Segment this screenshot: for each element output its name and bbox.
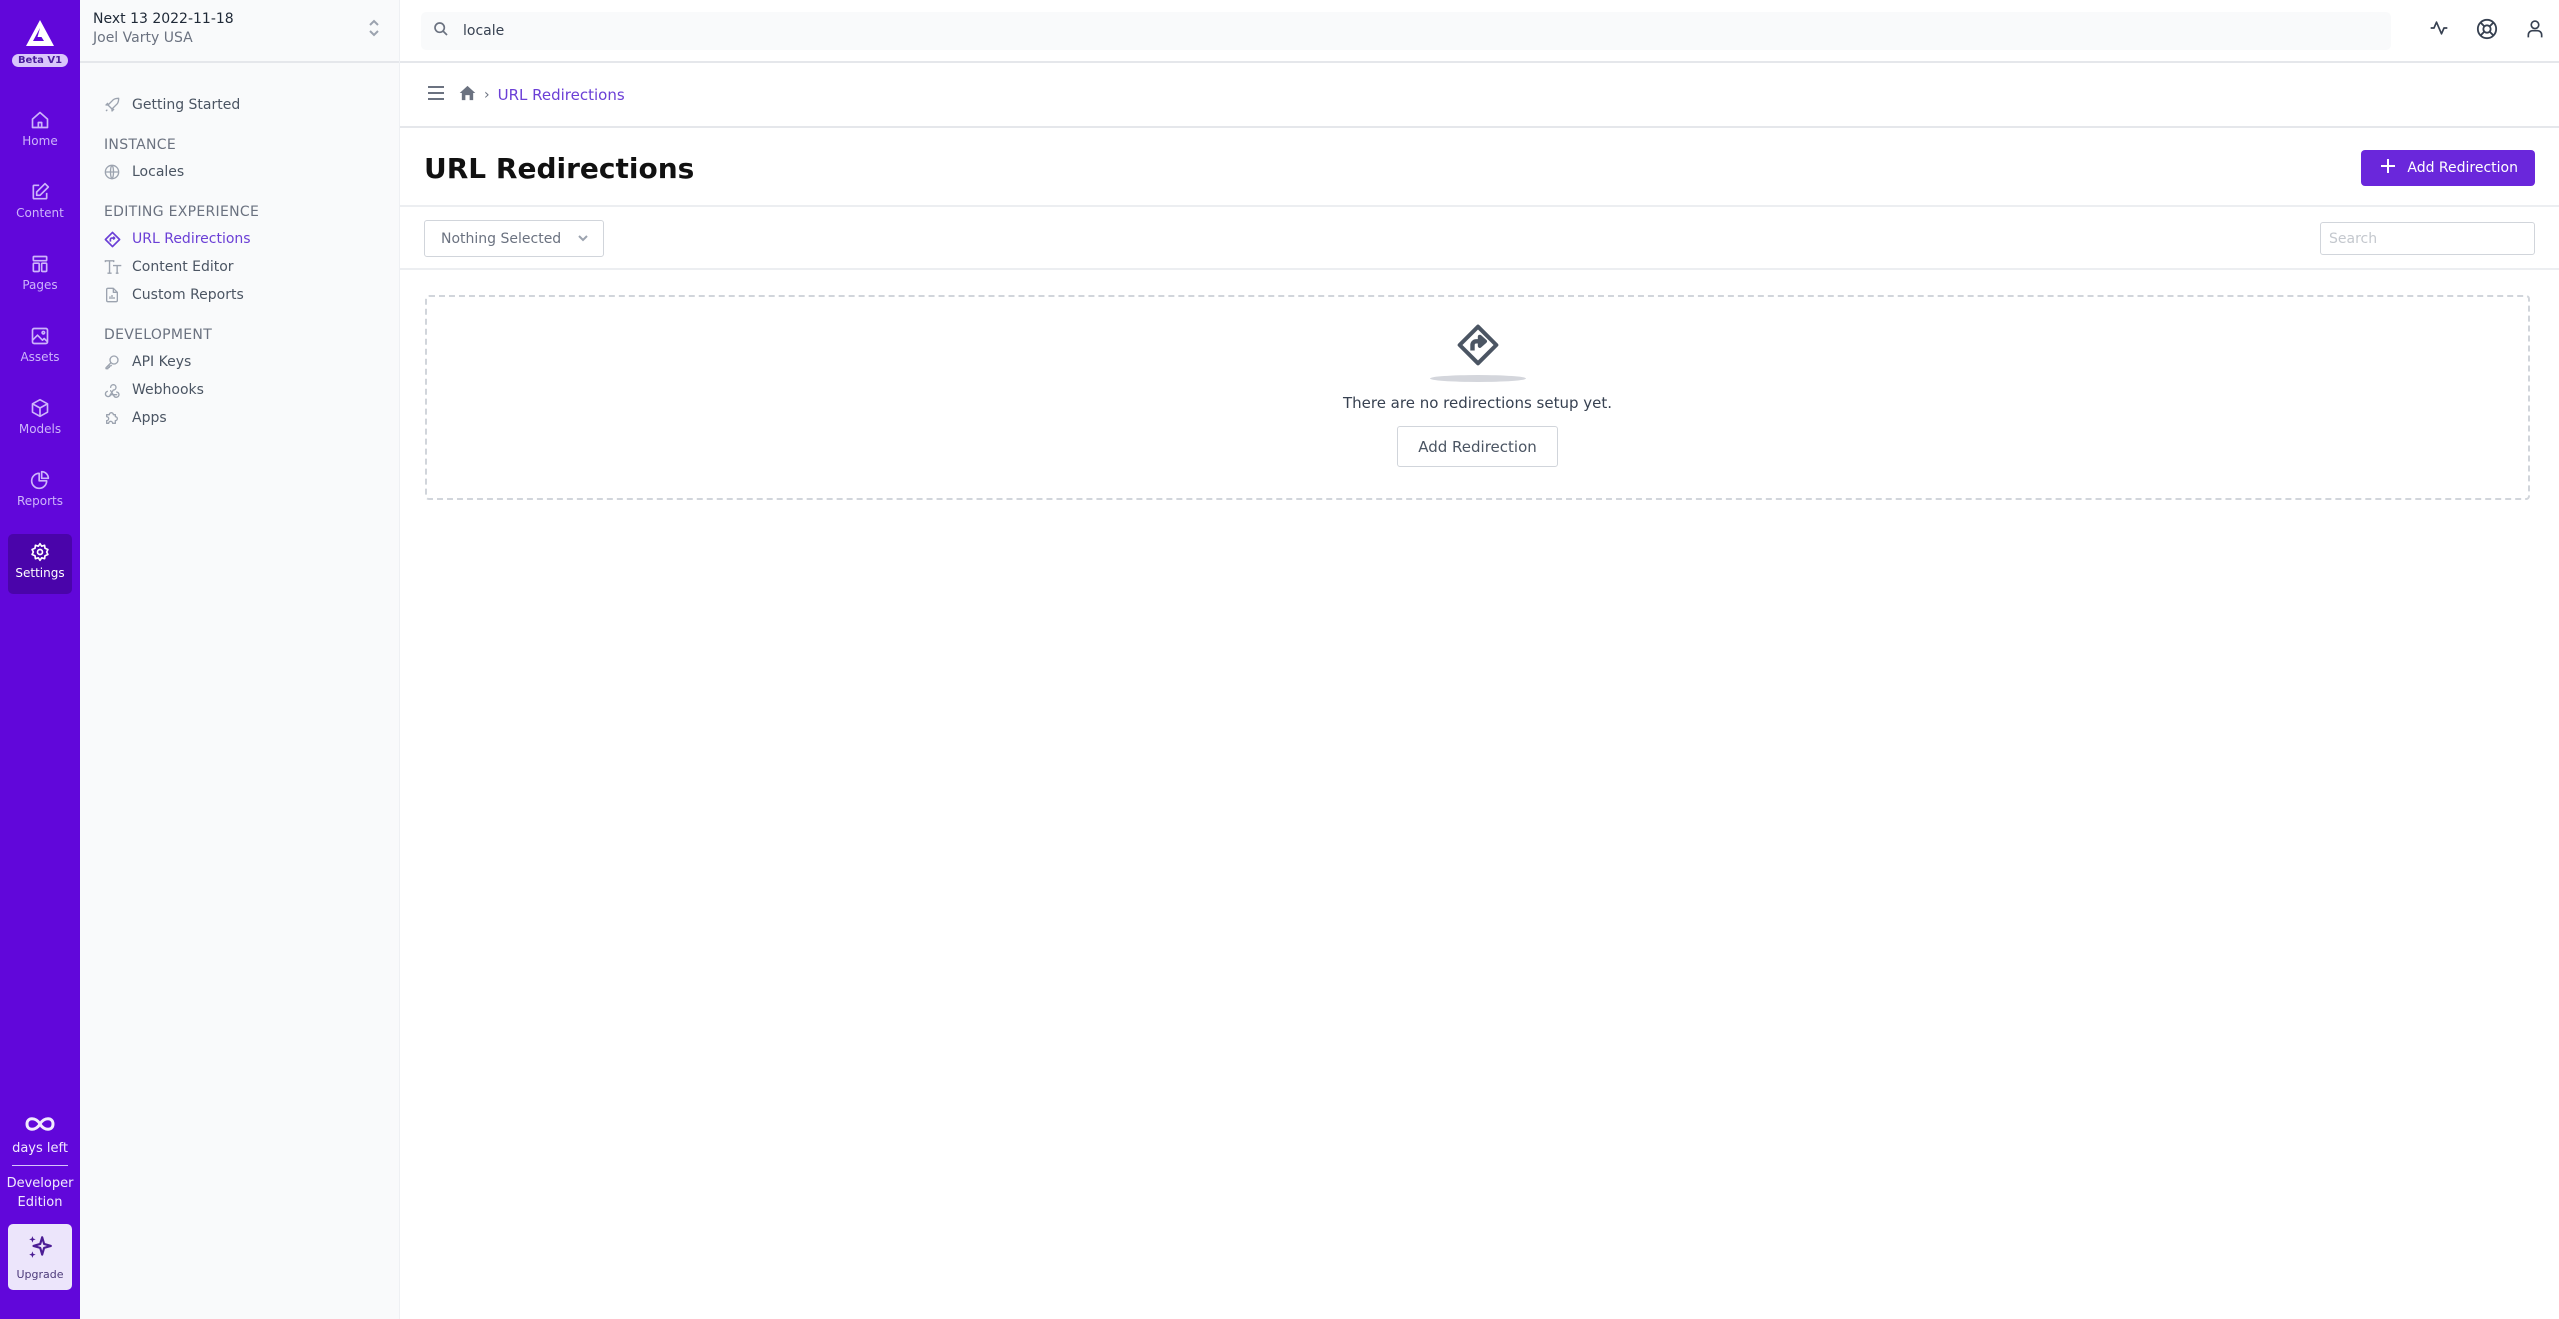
home-breadcrumb-icon[interactable] [459,85,476,105]
sidebar-label-getting-started: Getting Started [132,97,241,113]
breadcrumb-current[interactable]: URL Redirections [498,86,625,104]
rail-item-reports[interactable]: Reports [8,462,72,522]
sidebar-label-api-keys: API Keys [132,354,192,370]
sidebar-label-webhooks: Webhooks [132,382,204,398]
sidebar-label-apps: Apps [132,410,167,426]
top-header [400,0,2559,63]
help-lifebuoy-icon[interactable] [2463,18,2511,40]
rail-label-assets: Assets [20,350,60,364]
sidebar-label-url-redirections: URL Redirections [132,231,251,247]
redirect-sign-icon [1456,323,1500,367]
page-title: URL Redirections [424,152,695,185]
rail-item-home[interactable]: Home [8,102,72,162]
instance-owner: Joel Varty USA [93,30,193,46]
sidebar-group-instance: INSTANCE [104,137,177,153]
sidebar-label-content-editor: Content Editor [132,259,234,275]
sparkles-icon [29,1236,52,1258]
pie-chart-icon [30,470,50,490]
rail-label-pages: Pages [22,278,58,292]
sidebar-label-locales: Locales [132,164,185,180]
add-redirection-button[interactable]: Add Redirection [2361,150,2535,186]
rail-label-content: Content [16,206,64,220]
sidebar-item-locales[interactable]: Locales [104,158,399,186]
upgrade-label: Upgrade [16,1268,64,1281]
sidebar-item-getting-started[interactable]: Getting Started [104,91,399,119]
days-left-label: days left [12,1141,68,1156]
rail-label-models: Models [18,422,62,436]
edition-line-1: Developer [6,1176,74,1191]
activity-icon[interactable] [2415,18,2463,40]
globe-icon [104,164,132,180]
redirection-list-select[interactable]: Nothing Selected [424,220,604,257]
menu-toggle-icon[interactable] [427,85,445,105]
chevron-up-down-icon[interactable] [367,18,381,42]
webhook-icon [104,382,132,398]
global-search-bar[interactable] [421,12,2391,50]
sidebar-group-development: DEVELOPMENT [104,327,213,343]
chevron-down-icon [577,231,589,249]
beta-badge: Beta V1 [11,54,69,67]
settings-nav: Getting Started INSTANCE Locales EDITING… [80,63,399,432]
rail-item-assets[interactable]: Assets [8,318,72,378]
header-actions [2415,18,2559,40]
rail-item-models[interactable]: Models [8,390,72,450]
sidebar-item-custom-reports[interactable]: Custom Reports [104,281,399,309]
sidebar-label-custom-reports: Custom Reports [132,287,244,303]
empty-add-redirection-button[interactable]: Add Redirection [1397,426,1558,467]
rail-label-reports: Reports [16,494,64,508]
agility-logo-icon [26,20,54,46]
sidebar-item-webhooks[interactable]: Webhooks [104,376,399,404]
search-icon [433,21,449,41]
puzzle-icon [104,410,132,426]
rail-item-settings[interactable]: Settings [8,534,72,594]
redirections-search-input[interactable] [2320,222,2535,255]
text-size-icon [104,259,132,275]
sidebar-item-apps[interactable]: Apps [104,404,399,432]
app-logo[interactable]: Beta V1 [0,18,80,67]
instance-switcher[interactable]: Next 13 2022-11-18 Joel Varty USA [80,0,399,63]
rail-divider [12,1165,68,1166]
instance-name: Next 13 2022-11-18 [93,11,234,27]
plus-icon [2381,159,2396,177]
rail-item-pages[interactable]: Pages [8,246,72,306]
icon-shadow [1429,375,1526,382]
home-icon [31,111,49,129]
sidebar-group-editing: EDITING EXPERIENCE [104,204,260,220]
breadcrumb-separator: › [484,86,490,103]
cube-icon [31,398,49,418]
user-icon[interactable] [2511,18,2559,40]
sidebar-item-api-keys[interactable]: API Keys [104,348,399,376]
rail-label-home: Home [22,134,58,148]
redirect-icon [104,231,132,248]
empty-state-message: There are no redirections setup yet. [1342,394,1613,412]
infinity-icon [25,1117,55,1131]
edit-icon [32,182,50,200]
rail-item-content[interactable]: Content [8,174,72,234]
global-search-input[interactable] [463,23,2263,39]
edition-line-2: Edition [17,1195,63,1210]
layout-icon [32,255,48,273]
gear-icon [31,542,49,562]
settings-sidebar: Next 13 2022-11-18 Joel Varty USA Gettin… [80,0,400,1319]
sidebar-item-url-redirections[interactable]: URL Redirections [104,225,399,253]
rail-label-settings: Settings [15,566,65,580]
main-nav-rail: Beta V1 Home Content Pages Assets Models… [0,0,80,1319]
sidebar-item-content-editor[interactable]: Content Editor [104,253,399,281]
page-header: URL Redirections Add Redirection [400,128,2559,207]
breadcrumb: › URL Redirections [400,63,2559,128]
empty-state: There are no redirections setup yet. Add… [425,295,2530,500]
key-icon [104,354,132,370]
report-file-icon [104,287,132,303]
filter-bar: Nothing Selected [400,207,2559,270]
image-icon [31,327,49,345]
select-value: Nothing Selected [441,230,562,247]
rocket-icon [104,97,132,113]
add-redirection-label: Add Redirection [2407,160,2518,176]
trial-status: days left Developer Edition Upgrade [0,1115,80,1290]
upgrade-button[interactable]: Upgrade [8,1224,72,1290]
